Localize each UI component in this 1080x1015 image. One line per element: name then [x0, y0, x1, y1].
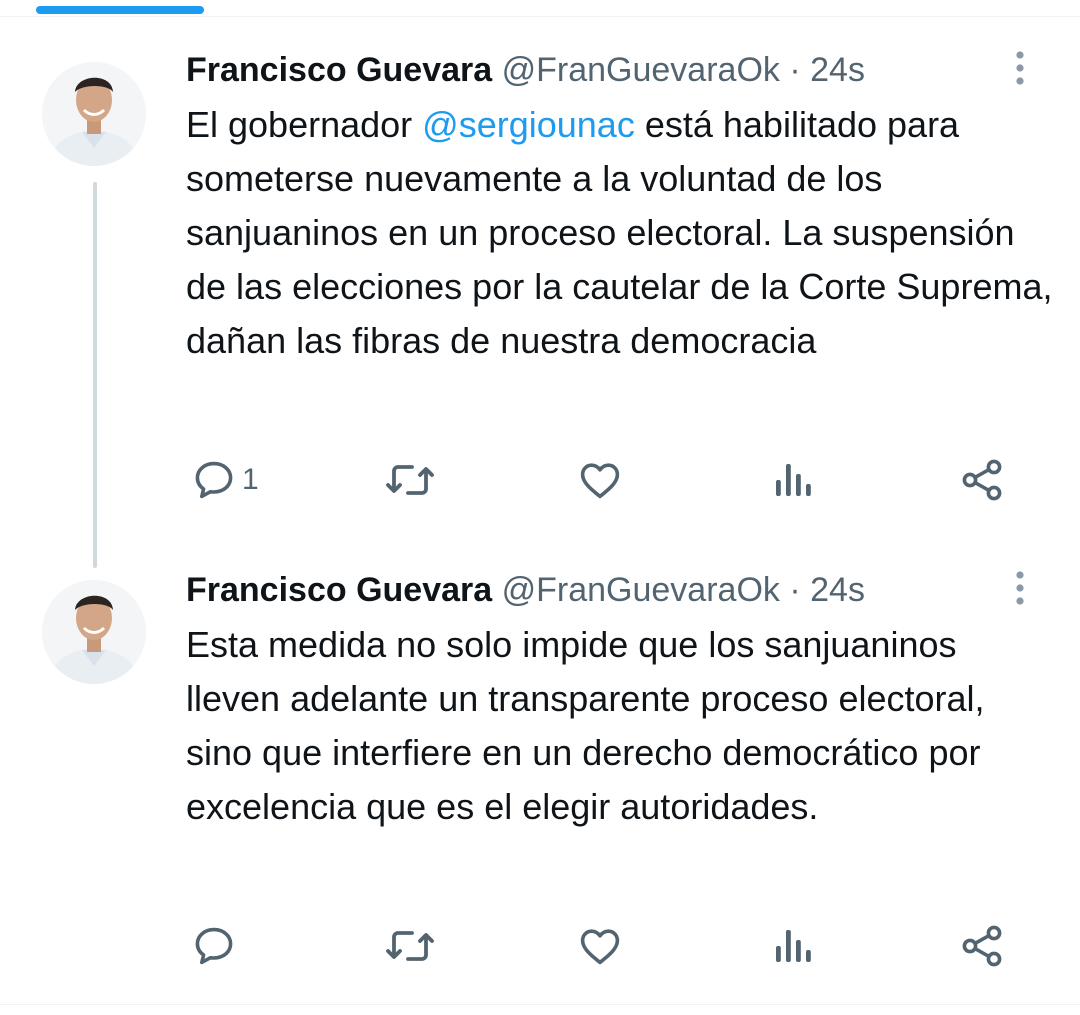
share-icon: [962, 925, 1002, 967]
more-vertical-icon: [1016, 571, 1024, 605]
tweet-text: El gobernador @sergiounac está habilitad…: [186, 98, 1056, 368]
tweet-text: Esta medida no solo impide que los sanju…: [186, 624, 985, 827]
like-icon: [580, 929, 620, 965]
views-button[interactable]: [770, 918, 814, 974]
retweet-button[interactable]: [384, 452, 436, 508]
action-bar: 1: [0, 452, 1080, 508]
action-bar: [0, 918, 1080, 974]
display-name[interactable]: Francisco Guevara: [186, 571, 492, 609]
tweet-text-part: El gobernador: [186, 104, 423, 145]
separator-dot: ·: [789, 571, 801, 609]
more-options-button[interactable]: [1004, 566, 1036, 610]
bottom-divider: [0, 1004, 1080, 1005]
like-button[interactable]: [576, 918, 624, 974]
share-button[interactable]: [958, 918, 1006, 974]
user-handle[interactable]: @FranGuevaraOk: [502, 51, 780, 89]
avatar[interactable]: [42, 580, 146, 684]
reply-button[interactable]: 1: [190, 452, 259, 508]
reply-icon: [195, 927, 233, 965]
tweet-header: Francisco Guevara @FranGuevaraOk · 24s: [186, 48, 986, 92]
separator-dot: ·: [789, 51, 801, 89]
retweet-icon: [386, 465, 434, 495]
share-icon: [962, 459, 1002, 501]
user-handle[interactable]: @FranGuevaraOk: [502, 571, 780, 609]
tweet-header: Francisco Guevara @FranGuevaraOk · 24s: [186, 568, 986, 612]
timestamp[interactable]: 24s: [810, 51, 865, 89]
reply-icon: [195, 461, 233, 499]
timestamp[interactable]: 24s: [810, 571, 865, 609]
reply-count: 1: [242, 463, 259, 496]
active-tab-indicator: [36, 6, 204, 14]
views-button[interactable]: [770, 452, 814, 508]
avatar[interactable]: [42, 62, 146, 166]
retweet-button[interactable]: [384, 918, 436, 974]
more-options-button[interactable]: [1004, 46, 1036, 90]
reply-button[interactable]: [190, 918, 242, 974]
retweet-icon: [386, 931, 434, 961]
like-icon: [580, 463, 620, 499]
like-button[interactable]: [576, 452, 624, 508]
share-button[interactable]: [958, 452, 1006, 508]
display-name[interactable]: Francisco Guevara: [186, 51, 492, 89]
avatar-photo: [42, 580, 146, 684]
more-vertical-icon: [1016, 51, 1024, 85]
views-icon: [776, 930, 811, 962]
views-icon: [776, 464, 811, 496]
top-divider: [0, 16, 1080, 17]
mention-link[interactable]: @sergiounac: [422, 104, 635, 145]
avatar-photo: [42, 62, 146, 166]
thread-connector-line: [93, 182, 97, 568]
